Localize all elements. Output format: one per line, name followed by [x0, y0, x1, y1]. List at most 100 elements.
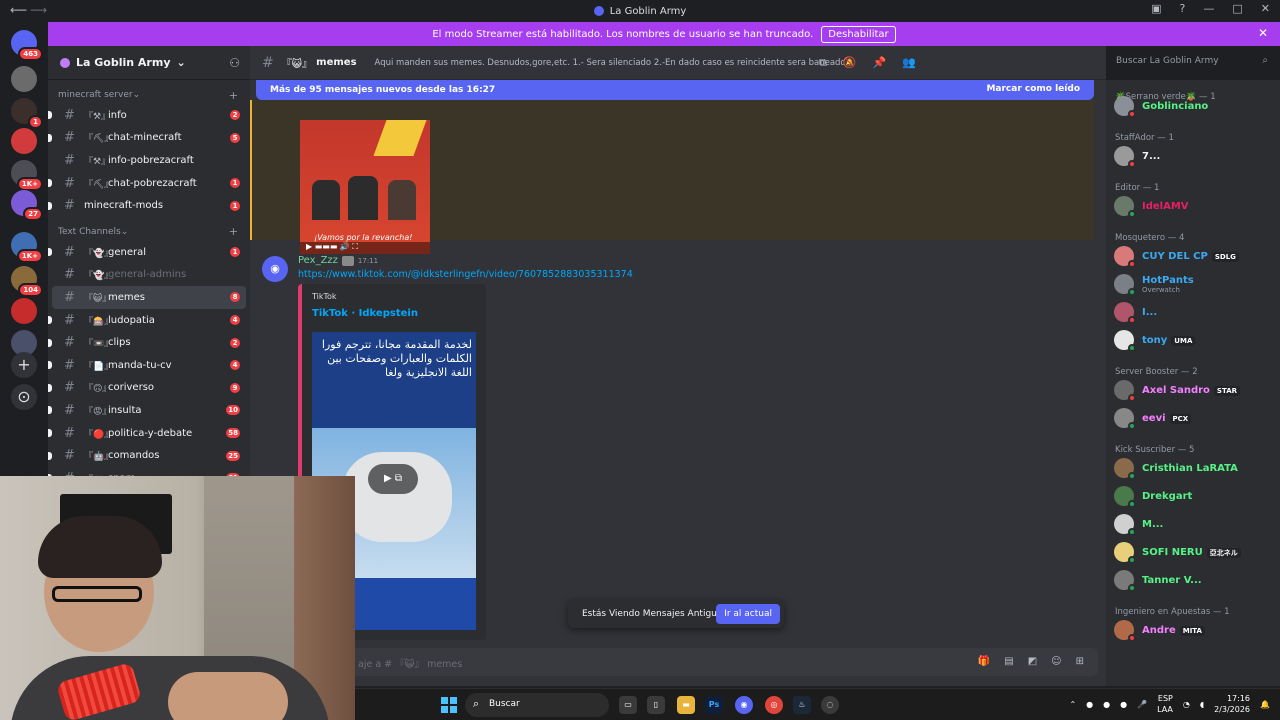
notifications-muted-icon[interactable]: 🔕	[843, 56, 857, 70]
maximize-icon[interactable]: □	[1232, 2, 1242, 15]
pinned-icon[interactable]: 📌	[873, 56, 887, 70]
channel-memes[interactable]: # 『😺』 memes 8	[52, 286, 246, 309]
clock[interactable]: 17:16 2/3/2026	[1214, 693, 1250, 715]
taskview-icon[interactable]: ▭	[619, 696, 637, 714]
obs-icon[interactable]: ◌	[821, 696, 839, 714]
add-member-icon[interactable]: ⚇	[229, 56, 240, 70]
inbox-icon[interactable]: ▣	[1151, 2, 1161, 15]
close-banner-icon[interactable]: ✕	[1258, 26, 1268, 40]
member-info: tony UMA	[1142, 335, 1196, 346]
server-icon[interactable]: 1K+	[11, 160, 43, 191]
member-item[interactable]: M...	[1106, 510, 1280, 538]
server-header[interactable]: La Goblin Army ⌄ ⚇	[48, 46, 250, 80]
gif-icon[interactable]: ▤	[1004, 656, 1013, 667]
member-item[interactable]: CUY DEL CP SDLG	[1106, 242, 1280, 270]
back-arrow-icon[interactable]: ⟵	[10, 3, 27, 17]
tray-mic-icon[interactable]: 🎤	[1137, 700, 1147, 709]
channel-category[interactable]: Text Channels ⌄ +	[48, 223, 250, 241]
sticker-icon[interactable]: ◩	[1028, 656, 1037, 667]
play-video-icon[interactable]: ▶ ⧉	[368, 464, 418, 494]
add-server-icon[interactable]: +	[11, 352, 37, 378]
tray-app-icon[interactable]: ●	[1086, 700, 1093, 709]
member-item[interactable]: I...	[1106, 298, 1280, 326]
photoshop-icon[interactable]: Ps	[705, 696, 723, 714]
steam-icon[interactable]: ♨	[793, 696, 811, 714]
create-channel-icon[interactable]: +	[229, 225, 238, 238]
member-item[interactable]: IdelAMV	[1106, 192, 1280, 220]
channel-politica-y-debate[interactable]: # 『🔴』 politica-y-debate 58	[48, 422, 246, 445]
tray-app-icon[interactable]: ●	[1120, 700, 1127, 709]
channel-manda-tu-cv[interactable]: # 『📄』 manda-tu-cv 4	[48, 354, 246, 377]
emoji-icon[interactable]: ☺	[1051, 656, 1061, 667]
mark-as-read-button[interactable]: Marcar como leído	[986, 84, 1080, 94]
file-explorer-icon[interactable]: ▬	[677, 696, 695, 714]
channel-coriverso[interactable]: # 『🙃』 coriverso 9	[48, 377, 246, 400]
member-item[interactable]: HotPants Overwatch	[1106, 270, 1280, 298]
server-icon[interactable]: 463	[11, 30, 43, 61]
member-item[interactable]: tony UMA	[1106, 326, 1280, 354]
wifi-icon[interactable]: ◔	[1183, 700, 1190, 709]
channel-general-admins[interactable]: # 『👻』 general-admins	[52, 264, 246, 287]
input-language[interactable]: ESP LAA	[1157, 693, 1173, 715]
discover-icon[interactable]: ⊙	[11, 384, 37, 410]
message-link[interactable]: https://www.tiktok.com/@idksterlingefn/v…	[298, 269, 633, 280]
channel-category[interactable]: minecraft server ⌄ +	[48, 86, 250, 104]
channel-clips[interactable]: # 『📼』 clips 2	[48, 331, 246, 354]
members-icon[interactable]: 👥	[902, 56, 916, 70]
apps-icon[interactable]: ⊞	[1076, 656, 1084, 667]
app-icon[interactable]: ▯	[647, 696, 665, 714]
server-icon[interactable]	[11, 298, 37, 324]
member-item[interactable]: eevi PCX	[1106, 404, 1280, 432]
tray-app-icon[interactable]: ●	[1103, 700, 1110, 709]
member-item[interactable]: SOFI NERU 亞北ネル	[1106, 538, 1280, 566]
tray-chevron-icon[interactable]: ⌃	[1069, 700, 1076, 709]
channel-topic[interactable]: Aqui manden sus memes. Desnudos,gore,etc…	[375, 58, 846, 68]
channel-insulta[interactable]: # 『😡』 insulta 10	[48, 399, 246, 422]
channel-minecraft-mods[interactable]: # minecraft-mods 1	[48, 194, 246, 217]
close-window-icon[interactable]: ✕	[1261, 2, 1270, 15]
previous-image[interactable]: ¡Vamos por la revancha! ▶ ▬▬▬ 🔊 ⛶	[300, 120, 430, 254]
discord-icon[interactable]: ◉	[735, 696, 753, 714]
member-item[interactable]: Andre MITA	[1106, 616, 1280, 644]
server-icon[interactable]: 1	[11, 98, 43, 129]
start-icon[interactable]	[441, 697, 457, 713]
member-item[interactable]: Drekgart	[1106, 482, 1280, 510]
member-item[interactable]: 7...	[1106, 142, 1280, 170]
notifications-icon[interactable]: 🔔	[1260, 700, 1270, 709]
server-icon[interactable]: 104	[11, 266, 43, 297]
video-controls[interactable]: ▶ ▬▬▬ 🔊 ⛶	[300, 242, 430, 254]
threads-icon[interactable]: ⧉	[819, 56, 827, 70]
chrome-icon[interactable]: ◎	[765, 696, 783, 714]
taskbar-search[interactable]: ⌕ Buscar	[465, 693, 609, 717]
member-item[interactable]: Tanner V...	[1106, 566, 1280, 594]
forward-arrow-icon[interactable]: ⟶	[30, 3, 47, 17]
server-icon[interactable]: 27	[11, 190, 43, 221]
server-icon[interactable]	[11, 128, 37, 154]
volume-icon[interactable]: ◖	[1200, 700, 1204, 709]
channel-chat-pobrezacraft[interactable]: # 『⛏』 chat-pobrezacraft 1	[48, 172, 246, 195]
minimize-icon[interactable]: —	[1203, 2, 1214, 15]
disable-streamer-button[interactable]: Deshabilitar	[821, 25, 896, 43]
help-icon[interactable]: ?	[1180, 2, 1186, 15]
jump-to-present-button[interactable]: Ir al actual	[716, 604, 780, 624]
channel-chat-minecraft[interactable]: # 『⛏』 chat-minecraft 5	[48, 127, 246, 150]
gift-icon[interactable]: 🎁	[978, 656, 990, 667]
author-name[interactable]: Pex_Zzz	[298, 255, 338, 266]
avatar[interactable]: ◉	[262, 256, 288, 282]
channel-comandos[interactable]: # 『🤖』 comandos 25	[48, 444, 246, 467]
channel-ludopatia[interactable]: # 『🎰』 ludopatia 4	[48, 309, 246, 332]
server-icon[interactable]	[11, 66, 37, 92]
channel-general[interactable]: # 『👻』 general 1	[48, 241, 246, 264]
channel-info-pobrezacraft[interactable]: # 『⚒』 info-pobrezacraft	[52, 149, 246, 172]
member-item[interactable]: Cristhian LaRATA	[1106, 454, 1280, 482]
message-input[interactable]: aje a # 『😺』 memes 🎁 ▤ ◩ ☺ ⊞	[258, 648, 1098, 676]
member-item[interactable]: Axel Sandro STAR	[1106, 376, 1280, 404]
channel-info[interactable]: # 『⚒』 info 2	[48, 104, 246, 127]
banner-text: El modo Streamer está habilitado. Los no…	[432, 28, 814, 40]
member-item[interactable]: Goblinciano	[1106, 92, 1280, 120]
new-messages-bar[interactable]: Más de 95 mensajes nuevos desde las 16:2…	[256, 80, 1094, 100]
create-channel-icon[interactable]: +	[229, 89, 238, 102]
embed-title[interactable]: TikTok · Idkepstein	[312, 308, 418, 319]
search-input[interactable]: Buscar La Goblin Army ⌕	[1110, 51, 1274, 73]
server-icon[interactable]: 1K+	[11, 232, 43, 263]
